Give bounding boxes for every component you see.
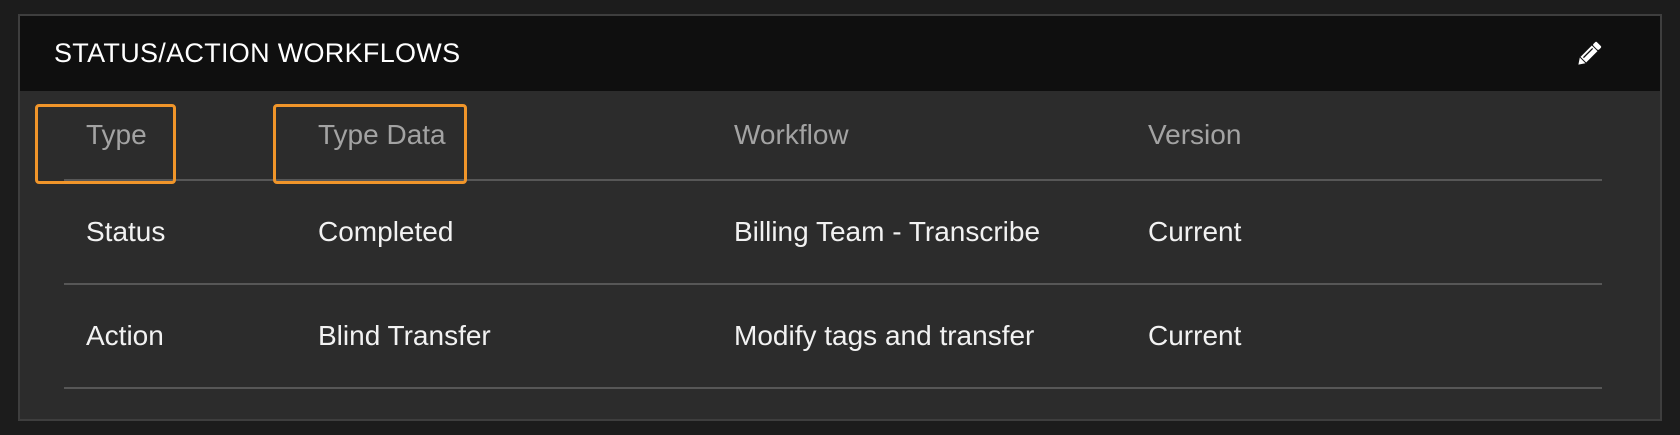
column-header-type[interactable]: Type	[86, 119, 147, 151]
status-action-workflows-panel: STATUS/ACTION WORKFLOWS Type Type Data W…	[18, 14, 1662, 421]
pencil-icon[interactable]	[1572, 37, 1606, 71]
version-cell: Current	[1148, 216, 1242, 247]
type-data-cell: Completed	[318, 216, 454, 247]
panel-title: STATUS/ACTION WORKFLOWS	[54, 38, 461, 68]
column-header-type-data[interactable]: Type Data	[318, 119, 446, 151]
table-row[interactable]: Status Completed Billing Team - Transcri…	[64, 181, 1602, 285]
type-cell: Action	[86, 320, 164, 351]
table-row[interactable]: Action Blind Transfer Modify tags and tr…	[64, 285, 1602, 389]
table-header-row: Type Type Data Workflow Version	[64, 91, 1602, 181]
column-header-version[interactable]: Version	[1148, 119, 1241, 151]
panel-header: STATUS/ACTION WORKFLOWS	[20, 16, 1660, 91]
workflow-cell: Modify tags and transfer	[734, 320, 1035, 351]
workflow-cell: Billing Team - Transcribe	[734, 216, 1041, 247]
type-cell: Status	[86, 216, 166, 247]
version-cell: Current	[1148, 320, 1242, 351]
workflows-table: Type Type Data Workflow Version Status C…	[64, 91, 1602, 389]
column-header-workflow[interactable]: Workflow	[734, 119, 849, 151]
type-data-cell: Blind Transfer	[318, 320, 491, 351]
